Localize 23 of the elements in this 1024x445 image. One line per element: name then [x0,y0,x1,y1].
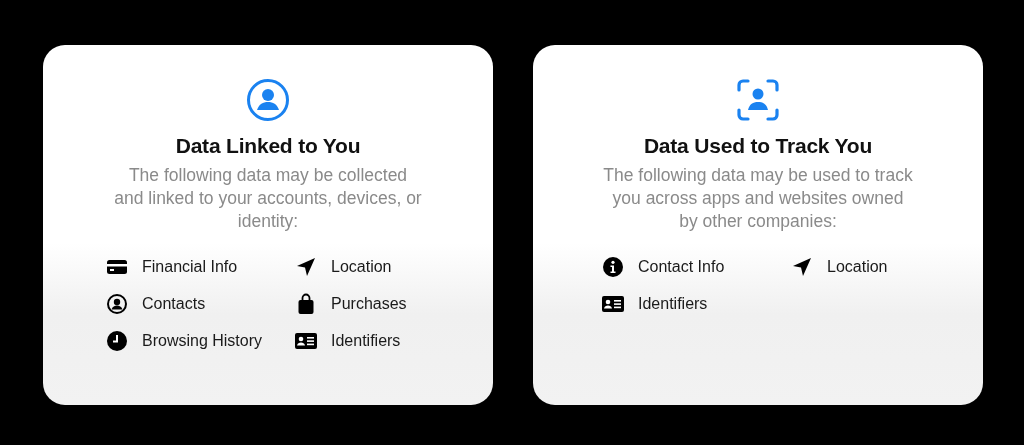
face-scan-icon [736,78,780,122]
location-arrow-icon [295,256,317,277]
card-description: The following data may be collected and linked to your accounts, devices, or identity: [113,164,423,233]
data-type-label: Financial Info [142,257,238,276]
person-circle-icon [246,78,290,122]
credit-card-icon [106,257,128,276]
data-type-label: Location [827,257,888,276]
person-circle-icon [106,292,128,315]
id-card-icon [601,294,625,313]
data-type-label: Contacts [142,294,206,313]
data-type-label: Purchases [331,294,407,313]
data-type-label: Location [331,257,392,276]
card-title: Data Linked to You [174,134,362,158]
id-card-icon [294,331,318,350]
data-type-label: Browsing History [142,331,263,350]
card-title: Data Used to Track You [642,134,874,158]
card-description: The following data may be used to track you across apps and websites owned by other companies: [602,164,914,233]
data-type-label: Identifiers [331,331,401,350]
info-icon [602,255,624,278]
data-type-label: Identifiers [638,294,708,313]
clock-icon [106,329,128,352]
data-type-label: Contact Info [638,257,725,276]
location-arrow-icon [791,256,813,277]
